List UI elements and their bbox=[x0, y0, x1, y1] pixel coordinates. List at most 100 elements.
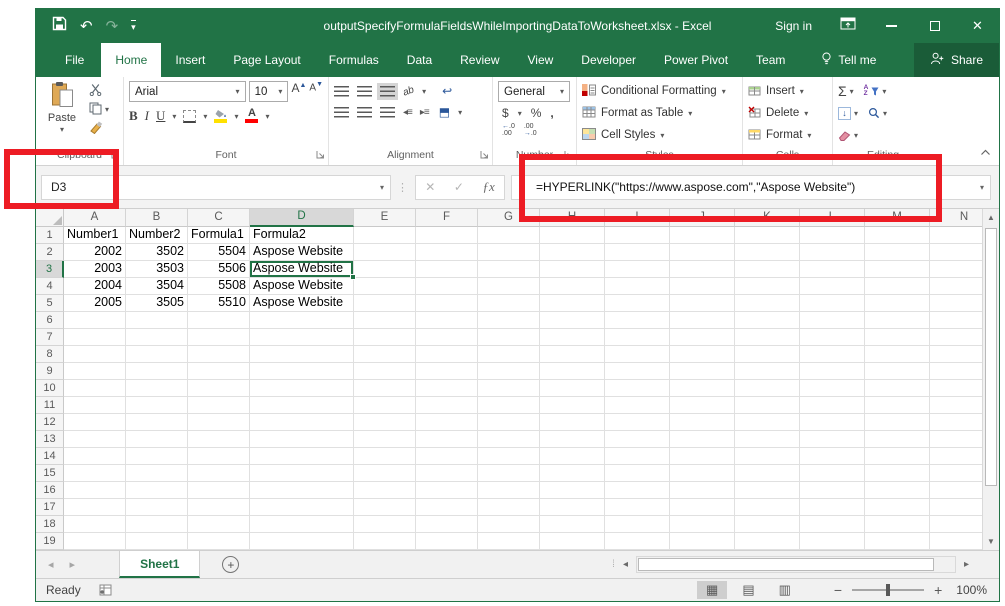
cell-H5[interactable] bbox=[540, 295, 605, 312]
cell-L13[interactable] bbox=[800, 431, 865, 448]
normal-view-button[interactable]: ▦ bbox=[697, 581, 727, 599]
cell-J8[interactable] bbox=[670, 346, 735, 363]
cell-C3[interactable]: 5506 bbox=[188, 261, 250, 278]
cell-E2[interactable] bbox=[354, 244, 416, 261]
cell-A11[interactable] bbox=[64, 397, 126, 414]
row-header-1[interactable]: 1 bbox=[36, 227, 64, 244]
page-break-view-button[interactable]: ▥ bbox=[770, 581, 800, 599]
decrease-font-size-button[interactable]: A▼ bbox=[309, 81, 323, 102]
cell-A14[interactable] bbox=[64, 448, 126, 465]
new-sheet-button[interactable]: + bbox=[222, 556, 239, 573]
cell-H7[interactable] bbox=[540, 329, 605, 346]
cell-E3[interactable] bbox=[354, 261, 416, 278]
formula-bar-resize-dots[interactable]: ⋮ bbox=[397, 181, 409, 194]
increase-decimal-icon[interactable]: ←.0.00 bbox=[502, 124, 515, 137]
cell-F12[interactable] bbox=[416, 414, 478, 431]
paste-dropdown-icon[interactable]: ▾ bbox=[60, 125, 64, 134]
row-header-3[interactable]: 3 bbox=[36, 261, 64, 278]
accounting-dropdown-icon[interactable]: ▾ bbox=[518, 109, 522, 118]
cell-M3[interactable] bbox=[865, 261, 930, 278]
underline-button[interactable]: U bbox=[156, 108, 165, 124]
cell-D1[interactable]: Formula2 bbox=[250, 227, 354, 244]
copy-dropdown-icon[interactable]: ▾ bbox=[105, 105, 109, 114]
fill-color-button[interactable] bbox=[214, 109, 227, 123]
cell-J17[interactable] bbox=[670, 499, 735, 516]
cell-A18[interactable] bbox=[64, 516, 126, 533]
tab-power-pivot[interactable]: Power Pivot bbox=[650, 43, 742, 77]
column-header-E[interactable]: E bbox=[354, 209, 416, 227]
zoom-slider[interactable] bbox=[852, 589, 924, 591]
tab-view[interactable]: View bbox=[514, 43, 568, 77]
cell-C14[interactable] bbox=[188, 448, 250, 465]
cell-J3[interactable] bbox=[670, 261, 735, 278]
cell-B13[interactable] bbox=[126, 431, 188, 448]
decrease-indent-icon[interactable]: ◂≡ bbox=[403, 107, 412, 118]
hscroll-left-icon[interactable]: ◂ bbox=[619, 559, 632, 570]
cell-E16[interactable] bbox=[354, 482, 416, 499]
cell-B16[interactable] bbox=[126, 482, 188, 499]
cell-B8[interactable] bbox=[126, 346, 188, 363]
cell-L10[interactable] bbox=[800, 380, 865, 397]
next-sheet-icon[interactable]: ▸ bbox=[70, 558, 76, 571]
maximize-button[interactable] bbox=[913, 9, 956, 43]
row-header-8[interactable]: 8 bbox=[36, 346, 64, 363]
tell-me-tab[interactable]: Tell me bbox=[809, 43, 888, 77]
accounting-format-icon[interactable]: $ bbox=[502, 106, 509, 120]
cell-C17[interactable] bbox=[188, 499, 250, 516]
cell-H1[interactable] bbox=[540, 227, 605, 244]
cell-L19[interactable] bbox=[800, 533, 865, 550]
cell-K17[interactable] bbox=[735, 499, 800, 516]
cell-K3[interactable] bbox=[735, 261, 800, 278]
cell-H19[interactable] bbox=[540, 533, 605, 550]
cell-G10[interactable] bbox=[478, 380, 540, 397]
cell-A8[interactable] bbox=[64, 346, 126, 363]
sheet-tab-sheet1[interactable]: Sheet1 bbox=[119, 551, 200, 578]
tab-formulas[interactable]: Formulas bbox=[315, 43, 393, 77]
scroll-up-icon[interactable]: ▲ bbox=[983, 209, 999, 226]
row-header-12[interactable]: 12 bbox=[36, 414, 64, 431]
middle-align-icon[interactable] bbox=[357, 86, 372, 97]
undo-icon[interactable]: ↶ bbox=[80, 17, 93, 35]
bold-button[interactable]: B bbox=[129, 108, 138, 124]
cell-B14[interactable] bbox=[126, 448, 188, 465]
cell-J14[interactable] bbox=[670, 448, 735, 465]
cell-F17[interactable] bbox=[416, 499, 478, 516]
cell-A12[interactable] bbox=[64, 414, 126, 431]
cell-C10[interactable] bbox=[188, 380, 250, 397]
format-cells-button[interactable]: Format ▾ bbox=[748, 126, 811, 144]
sort-filter-button[interactable]: AZ▾ bbox=[864, 85, 887, 97]
cut-button[interactable] bbox=[89, 83, 109, 98]
cell-A16[interactable] bbox=[64, 482, 126, 499]
cell-D18[interactable] bbox=[250, 516, 354, 533]
cell-K8[interactable] bbox=[735, 346, 800, 363]
tab-insert[interactable]: Insert bbox=[161, 43, 219, 77]
cell-I7[interactable] bbox=[605, 329, 670, 346]
previous-sheet-icon[interactable]: ◂ bbox=[48, 558, 54, 571]
row-header-9[interactable]: 9 bbox=[36, 363, 64, 380]
cell-C5[interactable]: 5510 bbox=[188, 295, 250, 312]
cell-E14[interactable] bbox=[354, 448, 416, 465]
cell-E11[interactable] bbox=[354, 397, 416, 414]
cell-A10[interactable] bbox=[64, 380, 126, 397]
cell-A13[interactable] bbox=[64, 431, 126, 448]
cell-J16[interactable] bbox=[670, 482, 735, 499]
cell-I14[interactable] bbox=[605, 448, 670, 465]
save-icon[interactable] bbox=[52, 16, 67, 36]
cell-L12[interactable] bbox=[800, 414, 865, 431]
cell-K1[interactable] bbox=[735, 227, 800, 244]
row-header-2[interactable]: 2 bbox=[36, 244, 64, 261]
row-header-19[interactable]: 19 bbox=[36, 533, 64, 550]
cell-E10[interactable] bbox=[354, 380, 416, 397]
cell-M9[interactable] bbox=[865, 363, 930, 380]
cell-C16[interactable] bbox=[188, 482, 250, 499]
cell-I18[interactable] bbox=[605, 516, 670, 533]
cell-L7[interactable] bbox=[800, 329, 865, 346]
cell-L5[interactable] bbox=[800, 295, 865, 312]
format-as-table-button[interactable]: Format as Table ▾ bbox=[582, 104, 726, 122]
cell-F9[interactable] bbox=[416, 363, 478, 380]
cell-E19[interactable] bbox=[354, 533, 416, 550]
cell-K10[interactable] bbox=[735, 380, 800, 397]
cell-styles-button[interactable]: Cell Styles ▾ bbox=[582, 126, 726, 144]
redo-icon[interactable]: ↷ bbox=[106, 17, 119, 35]
scroll-down-icon[interactable]: ▼ bbox=[983, 533, 999, 550]
